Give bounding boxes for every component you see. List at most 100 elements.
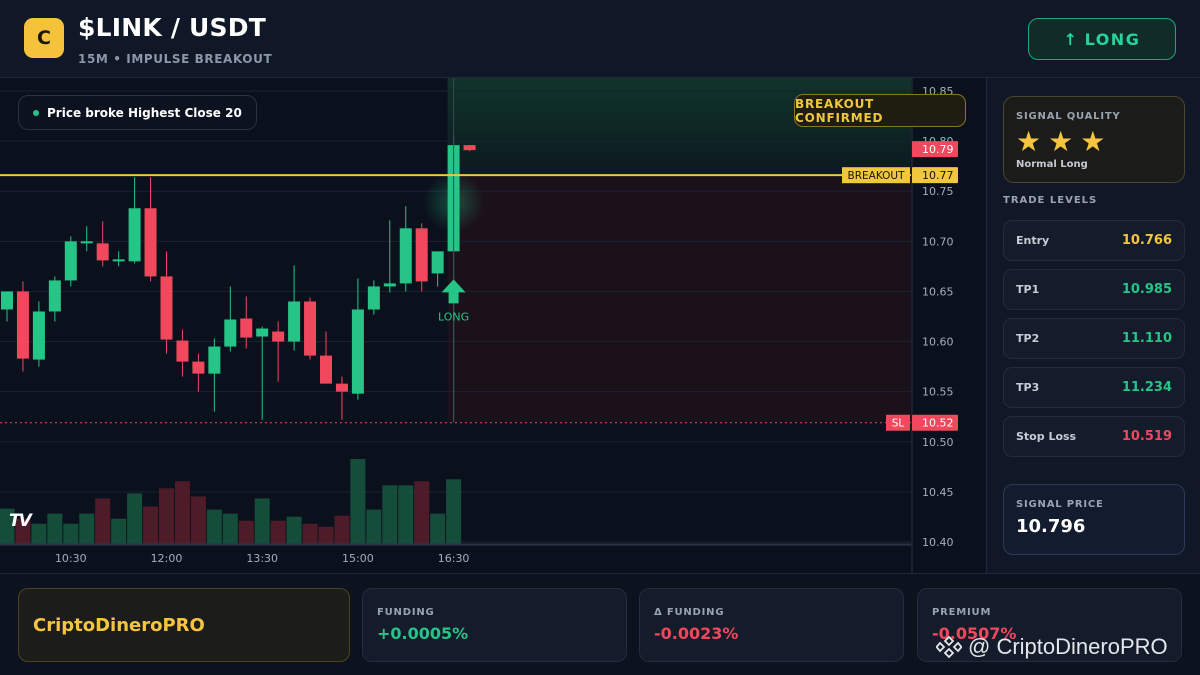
quality-stars: ★ ★ ★ xyxy=(1016,128,1172,156)
y-tick-label: 10.65 xyxy=(922,285,954,298)
delta-funding-card: Δ FUNDING -0.0023% xyxy=(639,588,904,662)
delta-funding-value: -0.0023% xyxy=(654,624,739,643)
candle-body xyxy=(48,280,61,312)
volume-bar xyxy=(206,509,222,544)
price-chart[interactable]: LONG 10.8510.8010.7510.7010.6510.6010.55… xyxy=(0,78,985,573)
candle-body xyxy=(272,331,285,342)
candle-body xyxy=(112,259,125,262)
coin-logo: C xyxy=(24,18,64,58)
x-tick-label: 15:00 xyxy=(342,552,374,565)
volume-bar xyxy=(111,518,127,544)
direction-label: LONG xyxy=(1084,29,1141,49)
watermark: @ CriptoDineroPRO xyxy=(936,634,1168,660)
y-tick-label: 10.45 xyxy=(922,486,954,499)
candle-body xyxy=(160,276,173,340)
candle-body xyxy=(463,145,476,151)
level-name: Stop Loss xyxy=(1016,430,1077,443)
volume-bar xyxy=(302,523,318,544)
volume-bar xyxy=(350,459,366,544)
volume-bar xyxy=(334,515,350,544)
volume-bar xyxy=(270,520,286,544)
signal-price-card: SIGNAL PRICE 10.796 xyxy=(1003,484,1185,555)
y-tick-label: 10.40 xyxy=(922,536,954,549)
volume-bar xyxy=(430,513,446,544)
candle-body xyxy=(256,328,269,337)
stop-loss-zone xyxy=(447,175,911,423)
volume-bar xyxy=(398,485,414,544)
tradingview-logo: TV xyxy=(9,511,32,531)
candle-body xyxy=(128,208,141,262)
volume-bar xyxy=(254,498,270,544)
x-tick-label: 12:00 xyxy=(151,552,183,565)
breakout-condition-text: Price broke Highest Close 20 xyxy=(47,105,242,120)
level-row-tp1: TP1 10.985 xyxy=(1003,269,1185,310)
pair-subtitle: 15M • IMPULSE BREAKOUT xyxy=(78,52,273,66)
candle-body xyxy=(367,286,380,310)
volume-bar xyxy=(222,513,238,544)
signal-panel: SIGNAL QUALITY ★ ★ ★ Normal Long TRADE LEV… xyxy=(986,78,1200,573)
breakout-tag-text: BREAKOUT xyxy=(848,170,906,182)
candle-body xyxy=(335,383,348,392)
level-name: Entry xyxy=(1016,234,1050,247)
volume-bar xyxy=(31,523,47,544)
candle-body xyxy=(320,355,332,384)
candle-body xyxy=(431,251,444,274)
watermark-text: @ CriptoDineroPRO xyxy=(968,634,1168,659)
volume-bar xyxy=(382,485,398,544)
y-tick-label: 10.75 xyxy=(922,185,954,198)
volume-bar xyxy=(47,513,63,544)
funding-value: +0.0005% xyxy=(377,624,469,643)
candle-body xyxy=(240,318,253,338)
sl-tag-text: SL xyxy=(892,418,905,430)
level-name: TP3 xyxy=(1016,381,1040,394)
pair-title: $LINK / USDT xyxy=(78,13,266,42)
volume-bar xyxy=(318,526,334,544)
level-row-stop-loss: Stop Loss 10.519 xyxy=(1003,416,1185,457)
funding-card: FUNDING +0.0005% xyxy=(362,588,627,662)
candle-body xyxy=(176,340,189,362)
volume-bar xyxy=(63,523,79,544)
brand-card: CriptoDineroPRO xyxy=(18,588,350,662)
volume-bar xyxy=(190,496,206,544)
arrow-up-icon: ↑ xyxy=(1063,29,1079,49)
breakout-confirmed-badge: BREAKOUT CONFIRMED xyxy=(794,94,966,127)
level-value: 10.519 xyxy=(1121,429,1172,444)
candle-body xyxy=(64,241,77,281)
volume-bar xyxy=(286,516,302,544)
chart-canvas[interactable]: LONG 10.8510.8010.7510.7010.6510.6010.55… xyxy=(0,78,985,573)
candle-body xyxy=(351,309,364,394)
long-direction-button[interactable]: ↑ LONG xyxy=(1028,18,1176,60)
level-row-entry: Entry 10.766 xyxy=(1003,220,1185,261)
status-dot-icon xyxy=(33,109,39,116)
signal-price-label: SIGNAL PRICE xyxy=(1016,499,1104,510)
volume-bar xyxy=(143,506,159,544)
volume-bar xyxy=(159,488,174,544)
candle-body xyxy=(224,319,237,347)
candle-body xyxy=(208,346,221,374)
level-name: TP1 xyxy=(1016,283,1040,296)
volume-bar xyxy=(127,493,143,544)
signal-quality-label: SIGNAL QUALITY xyxy=(1016,111,1121,122)
candle-body xyxy=(399,228,412,284)
level-row-tp3: TP3 11.234 xyxy=(1003,367,1185,408)
stop-price-tag: 10.52 xyxy=(922,417,954,430)
candle-body xyxy=(415,228,428,282)
breakout-condition-badge: Price broke Highest Close 20 xyxy=(18,95,257,130)
star-icon: ★ xyxy=(1080,125,1106,158)
level-name: TP2 xyxy=(1016,332,1040,345)
volume-bar xyxy=(95,498,111,544)
funding-label: FUNDING xyxy=(377,607,435,618)
candle-body xyxy=(304,301,317,356)
level-row-tp2: TP2 11.110 xyxy=(1003,318,1185,359)
candle-body xyxy=(16,291,29,359)
volume-bar xyxy=(174,481,190,544)
footer: CriptoDineroPRO FUNDING +0.0005% Δ FUNDI… xyxy=(0,573,1200,675)
header: C $LINK / USDT 15M • IMPULSE BREAKOUT ↑ … xyxy=(0,0,1200,78)
volume-bar xyxy=(79,513,95,544)
candle-body xyxy=(383,283,396,287)
long-marker-label: LONG xyxy=(438,310,469,323)
volume-bar xyxy=(414,481,430,544)
level-value: 10.766 xyxy=(1121,233,1172,248)
trade-levels-title: TRADE LEVELS xyxy=(1003,195,1098,206)
volume-bar xyxy=(446,479,462,544)
